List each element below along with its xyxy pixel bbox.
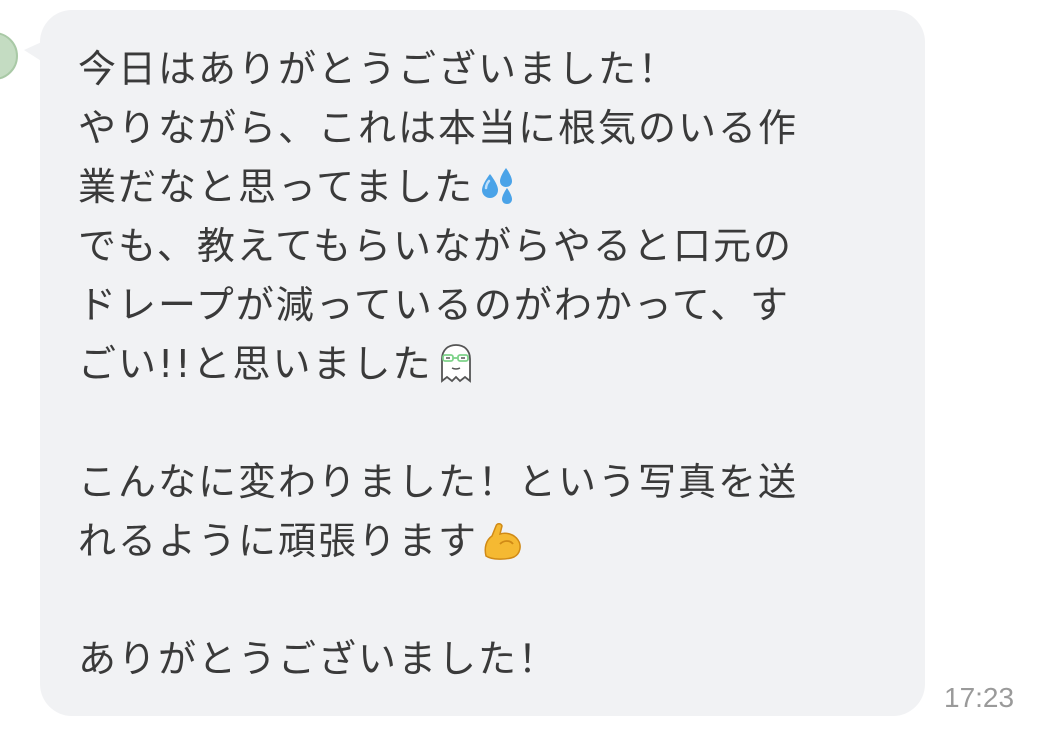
message-line: やりながら、これは本当に根気のいる作: [78, 106, 799, 150]
message-line-blank: [78, 571, 905, 630]
flexed-biceps-icon: [480, 518, 524, 562]
message-bubble[interactable]: 今日はありがとうございました！ やりながら、これは本当に根気のいる作 業だなと思…: [40, 10, 925, 716]
message-line-blank: [78, 394, 905, 453]
message-line: ドレープが減っているのがわかって、す: [78, 283, 791, 327]
chat-area: 今日はありがとうございました！ やりながら、これは本当に根気のいる作 業だなと思…: [0, 0, 1051, 748]
message-line: 業だなと思ってました: [78, 158, 905, 217]
message-line: れるように頑張ります: [78, 512, 905, 571]
message-line: 今日はありがとうございました！: [78, 47, 679, 91]
message-timestamp: 17:23: [944, 682, 1015, 713]
ghost-with-glasses-icon: [434, 341, 478, 385]
sweat-droplets-icon: [476, 164, 520, 208]
message-line: ごい!!と思いました: [78, 335, 905, 394]
avatar[interactable]: [0, 32, 18, 80]
message-line: でも、教えてもらいながらやると口元の: [78, 224, 794, 268]
message-line: ありがとうございました！: [78, 637, 559, 681]
message-line: こんなに変わりました！という写真を送: [78, 460, 799, 504]
